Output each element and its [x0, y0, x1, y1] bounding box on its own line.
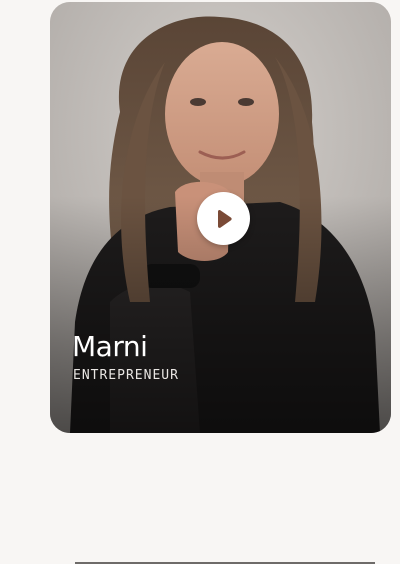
- play-icon: [217, 209, 232, 228]
- person-role: ENTREPRENEUR: [73, 368, 179, 383]
- person-name: Marni: [72, 330, 148, 363]
- play-video-button[interactable]: [197, 192, 250, 245]
- testimonial-video-card[interactable]: Marni ENTREPRENEUR: [50, 2, 391, 433]
